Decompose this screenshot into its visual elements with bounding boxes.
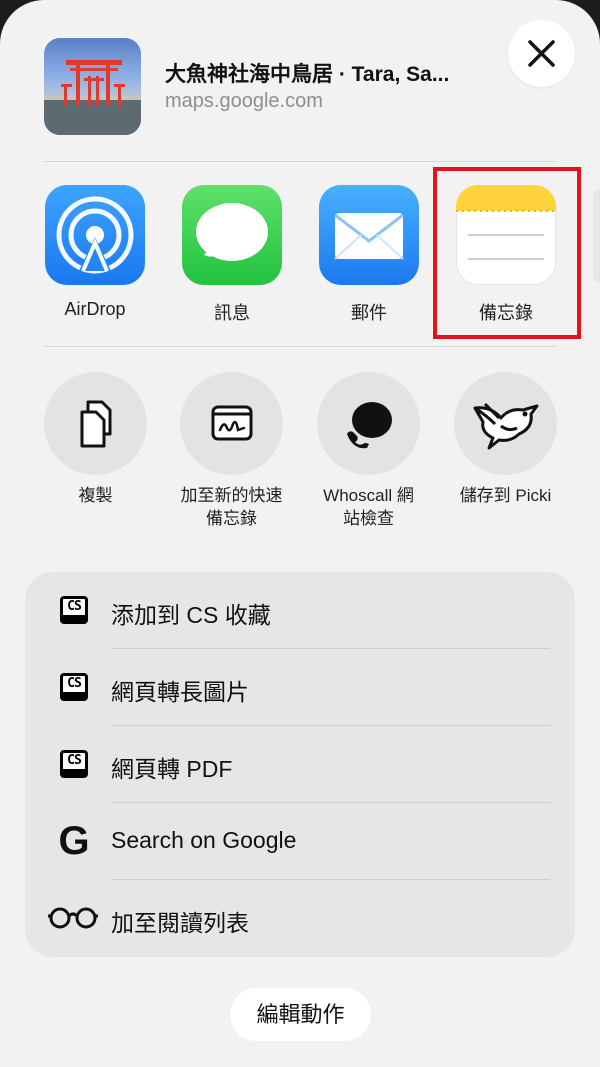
action-label-quick-note: 加至新的快速 備忘錄 bbox=[180, 486, 283, 528]
app-label-airdrop: AirDrop bbox=[64, 299, 126, 319]
next-app-peek bbox=[593, 188, 600, 284]
list-item-add-cs-collection[interactable]: CS 添加到 CS 收藏 bbox=[25, 572, 575, 649]
share-app-mail[interactable]: 郵件 bbox=[319, 185, 419, 323]
list-item-search-google[interactable]: G Search on Google bbox=[25, 803, 575, 880]
messages-icon bbox=[182, 185, 282, 285]
highlight-box bbox=[433, 167, 581, 339]
action-whoscall[interactable]: Whoscall 網 站檢查 bbox=[317, 372, 420, 528]
page-thumbnail bbox=[44, 38, 141, 135]
share-sheet: 大魚神社海中鳥居 · Tara, Sa... maps.google.com A… bbox=[0, 0, 600, 1067]
glasses-icon bbox=[47, 900, 99, 936]
list-item-label: 添加到 CS 收藏 bbox=[111, 602, 271, 628]
list-item-long-image[interactable]: CS 網頁轉長圖片 bbox=[25, 649, 575, 726]
page-url: maps.google.com bbox=[165, 90, 323, 112]
list-item-reading-list[interactable]: 加至閱讀列表 bbox=[25, 880, 575, 957]
cs-icon: CS bbox=[56, 746, 92, 782]
bird-icon bbox=[454, 372, 557, 475]
cs-icon: CS bbox=[56, 592, 92, 628]
action-label-picki: 儲存到 Picki bbox=[459, 486, 552, 505]
divider bbox=[44, 346, 556, 347]
list-item-to-pdf[interactable]: CS 網頁轉 PDF bbox=[25, 726, 575, 803]
action-copy[interactable]: 複製 bbox=[44, 372, 147, 505]
copy-icon bbox=[44, 372, 147, 475]
list-item-label: 加至閱讀列表 bbox=[111, 910, 249, 936]
edit-actions-button[interactable]: 編輯動作 bbox=[230, 988, 371, 1041]
mail-icon bbox=[319, 185, 419, 285]
close-button[interactable] bbox=[508, 20, 575, 87]
list-item-label: 網頁轉 PDF bbox=[111, 756, 233, 782]
action-quick-note[interactable]: 加至新的快速 備忘錄 bbox=[180, 372, 283, 528]
whoscall-icon bbox=[317, 372, 420, 475]
action-picki[interactable]: 儲存到 Picki bbox=[454, 372, 557, 505]
action-label-whoscall: Whoscall 網 站檢查 bbox=[323, 486, 414, 528]
quick-note-icon bbox=[180, 372, 283, 475]
list-item-label: Search on Google bbox=[111, 827, 297, 853]
actions-list: CS 添加到 CS 收藏 CS 網頁轉長圖片 CS 網頁轉 PDF G Sear… bbox=[25, 572, 575, 957]
app-label-messages: 訊息 bbox=[214, 303, 250, 323]
app-label-mail: 郵件 bbox=[351, 303, 387, 323]
cs-icon: CS bbox=[56, 669, 92, 705]
share-app-airdrop[interactable]: AirDrop bbox=[45, 185, 145, 319]
google-icon: G bbox=[58, 819, 90, 863]
airdrop-icon bbox=[45, 185, 145, 285]
action-label-copy: 複製 bbox=[78, 486, 113, 505]
list-item-label: 網頁轉長圖片 bbox=[111, 679, 249, 705]
divider bbox=[44, 161, 556, 162]
page-title: 大魚神社海中鳥居 · Tara, Sa... bbox=[165, 63, 450, 86]
close-icon bbox=[528, 40, 555, 67]
share-app-messages[interactable]: 訊息 bbox=[182, 185, 282, 323]
